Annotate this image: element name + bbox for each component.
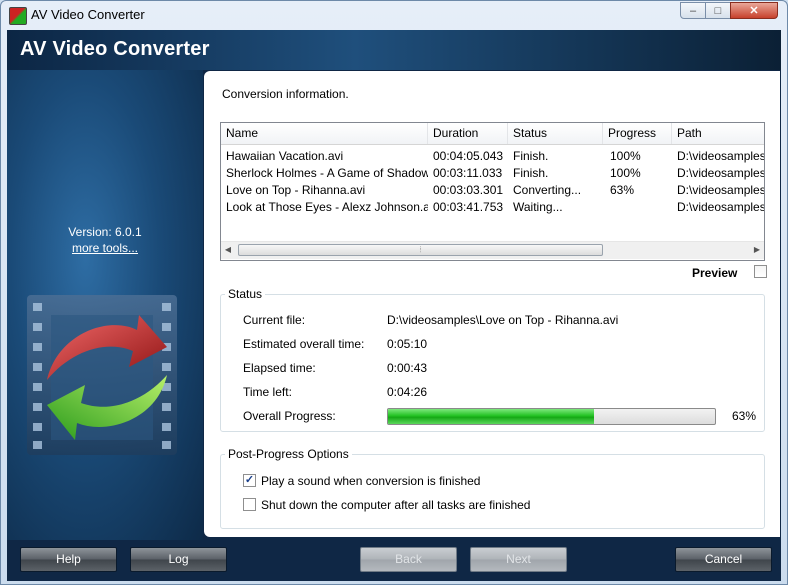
more-tools-link[interactable]: more tools...: [7, 241, 203, 255]
elapsed-time-label: Elapsed time:: [243, 361, 316, 375]
overall-progress-bar: [387, 408, 716, 425]
overall-progress-label: Overall Progress:: [243, 409, 336, 423]
minimize-button[interactable]: –: [680, 2, 706, 19]
list-row[interactable]: Sherlock Holmes - A Game of Shadows.... …: [221, 165, 764, 182]
row-progress: [605, 199, 672, 216]
version-label: Version: 6.0.1: [68, 225, 142, 239]
row-duration: 00:03:41.753: [433, 200, 504, 214]
list-header: Name Duration Status Progress Path: [221, 123, 764, 145]
scroll-left-icon[interactable]: ◀: [223, 245, 233, 255]
row-duration: 00:03:11.033: [433, 166, 503, 180]
play-sound-label[interactable]: Play a sound when conversion is finished: [261, 474, 480, 488]
row-path: D:\videosamples\: [677, 183, 764, 197]
column-header-duration[interactable]: Duration: [428, 123, 508, 144]
estimated-time-label: Estimated overall time:: [243, 337, 365, 351]
help-button[interactable]: Help: [20, 547, 117, 572]
shutdown-label[interactable]: Shut down the computer after all tasks a…: [261, 498, 530, 512]
log-button[interactable]: Log: [130, 547, 227, 572]
app-icon: [9, 7, 27, 25]
row-name: Sherlock Holmes - A Game of Shadows....: [226, 166, 428, 180]
back-button[interactable]: Back: [360, 547, 457, 572]
row-duration: 00:04:05.043: [433, 149, 504, 163]
row-progress: 63%: [610, 183, 635, 197]
shutdown-checkbox[interactable]: [243, 498, 256, 511]
title-bar[interactable]: AV Video Converter – □ ✕: [1, 1, 787, 30]
overall-progress-fill: [388, 409, 594, 424]
maximize-button[interactable]: □: [705, 2, 731, 19]
row-progress: 100%: [610, 166, 641, 180]
current-file-value: D:\videosamples\Love on Top - Rihanna.av…: [387, 313, 619, 327]
row-duration: 00:03:03.301: [433, 183, 504, 197]
post-options-title: Post-Progress Options: [225, 447, 352, 461]
client-area: AV Video Converter Version: 6.0.1 more t…: [7, 30, 781, 581]
elapsed-time-value: 0:00:43: [387, 361, 428, 375]
row-name: Look at Those Eyes - Alexz Johnson.avi: [226, 200, 428, 214]
time-left-label: Time left:: [243, 385, 292, 399]
app-window: AV Video Converter – □ ✕ AV Video Conver…: [0, 0, 788, 585]
row-name: Hawaiian Vacation.avi: [226, 149, 344, 163]
column-header-status[interactable]: Status: [508, 123, 603, 144]
app-heading: AV Video Converter: [20, 38, 210, 60]
preview-label: Preview: [692, 266, 738, 280]
column-header-progress[interactable]: Progress: [603, 123, 672, 144]
header-band: AV Video Converter: [7, 30, 781, 70]
row-status: Converting...: [513, 183, 582, 197]
row-path: D:\videosamples\: [677, 166, 764, 180]
column-header-path[interactable]: Path: [672, 123, 764, 144]
horizontal-scrollbar[interactable]: ◀ ⦙ ▶: [221, 241, 764, 259]
file-list[interactable]: Name Duration Status Progress Path Hawai…: [220, 122, 765, 261]
status-group-title: Status: [225, 287, 266, 301]
content-panel: Conversion information. Name Duration St…: [204, 71, 780, 537]
left-panel: Version: 6.0.1 more tools...: [7, 70, 203, 540]
row-path: D:\videosamples\: [677, 200, 764, 214]
estimated-time-value: 0:05:10: [387, 337, 428, 351]
conversion-info-title: Conversion information.: [222, 87, 349, 101]
current-file-label: Current file:: [243, 313, 306, 327]
time-left-value: 0:04:26: [387, 385, 428, 399]
scroll-right-icon[interactable]: ▶: [752, 245, 762, 255]
row-status: Waiting...: [513, 200, 563, 214]
close-button[interactable]: ✕: [730, 2, 778, 19]
cancel-button[interactable]: Cancel: [675, 547, 772, 572]
row-path: D:\videosamples\: [677, 149, 764, 163]
row-status: Finish.: [513, 149, 549, 163]
row-name: Love on Top - Rihanna.avi: [226, 183, 366, 197]
post-progress-options-group: Post-Progress Options ✓ Play a sound whe…: [220, 447, 765, 529]
convert-logo-icon: [27, 295, 177, 455]
list-row[interactable]: Love on Top - Rihanna.avi 00:03:03.301 C…: [221, 182, 764, 199]
row-status: Finish.: [513, 166, 549, 180]
next-button[interactable]: Next: [470, 547, 567, 572]
preview-checkbox[interactable]: [754, 265, 767, 278]
list-row[interactable]: Hawaiian Vacation.avi 00:04:05.043 Finis…: [221, 148, 764, 165]
scroll-thumb[interactable]: ⦙: [238, 244, 603, 256]
row-progress: 100%: [610, 149, 641, 163]
status-group: Status Current file: D:\videosamples\Lov…: [220, 287, 765, 432]
overall-progress-percent: 63%: [732, 409, 757, 423]
list-row[interactable]: Look at Those Eyes - Alexz Johnson.avi 0…: [221, 199, 764, 216]
play-sound-checkbox[interactable]: ✓: [243, 474, 256, 487]
column-header-name[interactable]: Name: [221, 123, 428, 144]
window-title: AV Video Converter: [31, 7, 145, 22]
